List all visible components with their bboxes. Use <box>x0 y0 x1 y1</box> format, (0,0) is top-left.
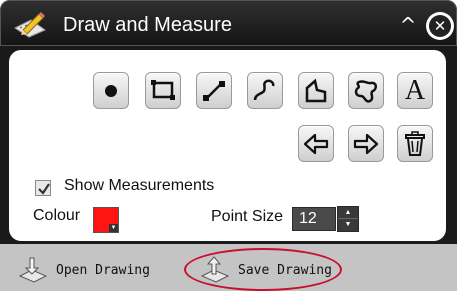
decrement-icon[interactable]: ▼ <box>338 219 358 231</box>
open-drawing-icon <box>18 257 48 283</box>
freehand-line-tool-button[interactable] <box>247 72 283 109</box>
save-drawing-icon <box>200 256 230 283</box>
clear-button[interactable] <box>397 125 433 162</box>
show-measurements-checkbox[interactable] <box>35 180 51 196</box>
rectangle-tool-button[interactable] <box>145 72 181 109</box>
text-tool-icon: A <box>404 74 426 106</box>
freehand-polygon-tool-button[interactable] <box>348 72 384 109</box>
pencil-ruler-icon <box>13 12 47 38</box>
point-size-label: Point Size <box>211 208 284 225</box>
draw-and-measure-window: Draw and Measure ^ ✕ A Show Measurements… <box>0 0 457 291</box>
polygon-tool-icon <box>303 78 329 104</box>
undo-icon <box>303 133 329 155</box>
redo-button[interactable] <box>348 125 384 162</box>
text-tool-button[interactable]: A <box>397 72 433 109</box>
close-button[interactable]: ✕ <box>426 12 454 40</box>
chevron-down-icon: ▼ <box>109 224 118 232</box>
redo-icon <box>353 133 379 155</box>
title-bar[interactable]: Draw and Measure ^ ✕ <box>0 0 457 46</box>
trash-icon <box>404 130 426 157</box>
save-drawing-label: Save Drawing <box>238 262 332 278</box>
chevron-up-icon[interactable]: ^ <box>397 15 419 35</box>
colour-label: Colour <box>33 207 81 224</box>
increment-icon[interactable]: ▲ <box>338 207 358 219</box>
point-tool-icon <box>101 81 121 101</box>
polygon-tool-button[interactable] <box>298 72 334 109</box>
line-tool-icon <box>202 79 226 103</box>
close-icon: ✕ <box>429 15 451 37</box>
show-measurements-label: Show Measurements <box>64 177 215 194</box>
open-drawing-button[interactable]: Open Drawing <box>18 256 150 284</box>
line-tool-button[interactable] <box>196 72 232 109</box>
point-tool-button[interactable] <box>93 72 129 109</box>
window-title: Draw and Measure <box>63 14 232 36</box>
undo-button[interactable] <box>298 125 334 162</box>
footer-bar: Open Drawing Save Drawing <box>0 244 457 291</box>
point-size-stepper[interactable]: ▲ ▼ <box>337 206 359 232</box>
open-drawing-label: Open Drawing <box>56 262 150 278</box>
rectangle-tool-icon <box>150 79 176 103</box>
colour-picker[interactable]: ▼ <box>93 207 119 233</box>
point-size-input[interactable]: 12 <box>292 207 336 231</box>
freehand-polygon-tool-icon <box>353 78 379 104</box>
freehand-line-tool-icon <box>252 78 278 104</box>
tools-panel: A Show Measurements Colour ▼ Point Size … <box>9 50 446 241</box>
save-drawing-button[interactable]: Save Drawing <box>200 256 332 284</box>
